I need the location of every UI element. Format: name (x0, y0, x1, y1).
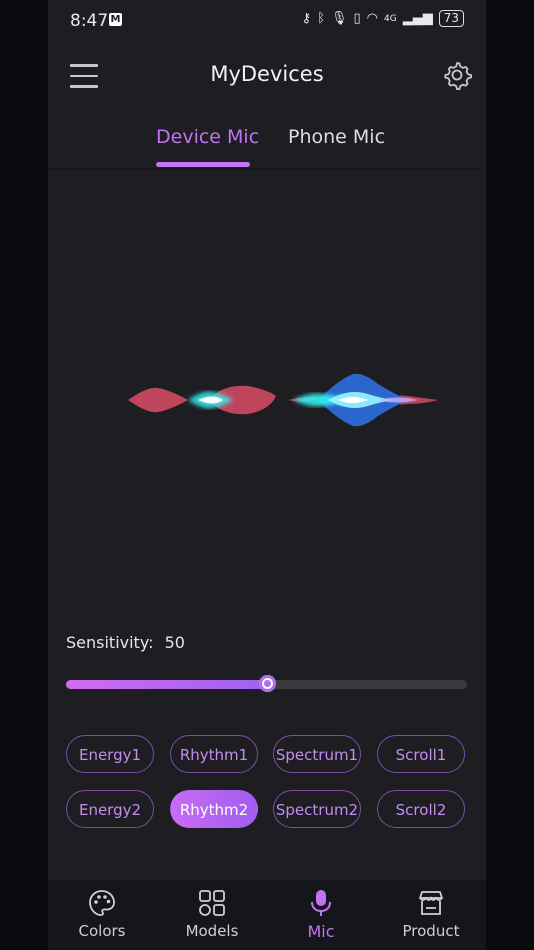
sensitivity-text: Sensitivity: (66, 633, 154, 652)
mode-chip-scroll1[interactable]: Scroll1 (377, 735, 465, 773)
nav-colors[interactable]: Colors (52, 888, 152, 940)
store-icon (419, 891, 443, 915)
nav-product-label: Product (402, 922, 460, 940)
nav-product[interactable]: Product (381, 888, 481, 940)
mode-chip-scroll2[interactable]: Scroll2 (377, 790, 465, 828)
active-tab-indicator (156, 162, 250, 167)
app-screen: 8:47 M ⚷ ᛒ 🎙 ▯ ◠ 4G ▂▄▆ 73 MyDevices Dev… (48, 0, 486, 950)
app-header: MyDevices (48, 52, 486, 100)
bluetooth-icon: ᛒ (317, 11, 325, 26)
gmail-icon: M (109, 13, 122, 26)
mode-chip-rhythm1[interactable]: Rhythm1 (170, 735, 258, 773)
gear-icon[interactable] (442, 60, 472, 90)
status-icons: ⚷ ᛒ 🎙 ▯ ◠ 4G ▂▄▆ 73 (302, 10, 464, 27)
nav-mic-label: Mic (307, 922, 335, 941)
nav-colors-label: Colors (78, 922, 126, 940)
nav-models[interactable]: Models (162, 888, 262, 940)
status-time: 8:47 (70, 11, 109, 31)
vibrate-icon: ▯ (353, 11, 361, 26)
status-bar: 8:47 M ⚷ ᛒ 🎙 ▯ ◠ 4G ▂▄▆ 73 (48, 0, 486, 40)
page-title: MyDevices (210, 62, 324, 86)
nav-mic[interactable]: Mic (271, 888, 371, 941)
battery-indicator: 73 (438, 10, 464, 27)
mic-source-tabs: Device Mic Phone Mic (48, 120, 486, 169)
sensitivity-value: 50 (164, 633, 185, 652)
wifi-icon: ◠ (366, 11, 379, 26)
tab-device-mic[interactable]: Device Mic (156, 126, 259, 148)
signal-icon: ▂▄▆ (402, 11, 433, 26)
grid-icon (199, 890, 225, 916)
mode-chip-energy1[interactable]: Energy1 (66, 735, 154, 773)
microphone-status-icon: 🎙 (331, 11, 348, 26)
mode-chip-energy2[interactable]: Energy2 (66, 790, 154, 828)
mode-chip-spectrum1[interactable]: Spectrum1 (273, 735, 361, 773)
tab-phone-mic[interactable]: Phone Mic (288, 126, 385, 148)
palette-icon (89, 890, 115, 916)
sensitivity-slider[interactable] (66, 675, 467, 692)
network-type: 4G (384, 13, 397, 24)
bottom-navigation: Colors Models Mic Product (48, 880, 486, 950)
slider-fill (66, 680, 267, 689)
nav-models-label: Models (185, 922, 239, 940)
sensitivity-label: Sensitivity: 50 (66, 633, 185, 652)
mode-chip-spectrum2[interactable]: Spectrum2 (273, 790, 361, 828)
key-icon: ⚷ (301, 11, 312, 26)
microphone-icon (311, 890, 331, 916)
mode-chip-rhythm2[interactable]: Rhythm2 (170, 790, 258, 828)
slider-thumb[interactable] (259, 675, 276, 692)
audio-waveform-visualizer (48, 373, 486, 427)
